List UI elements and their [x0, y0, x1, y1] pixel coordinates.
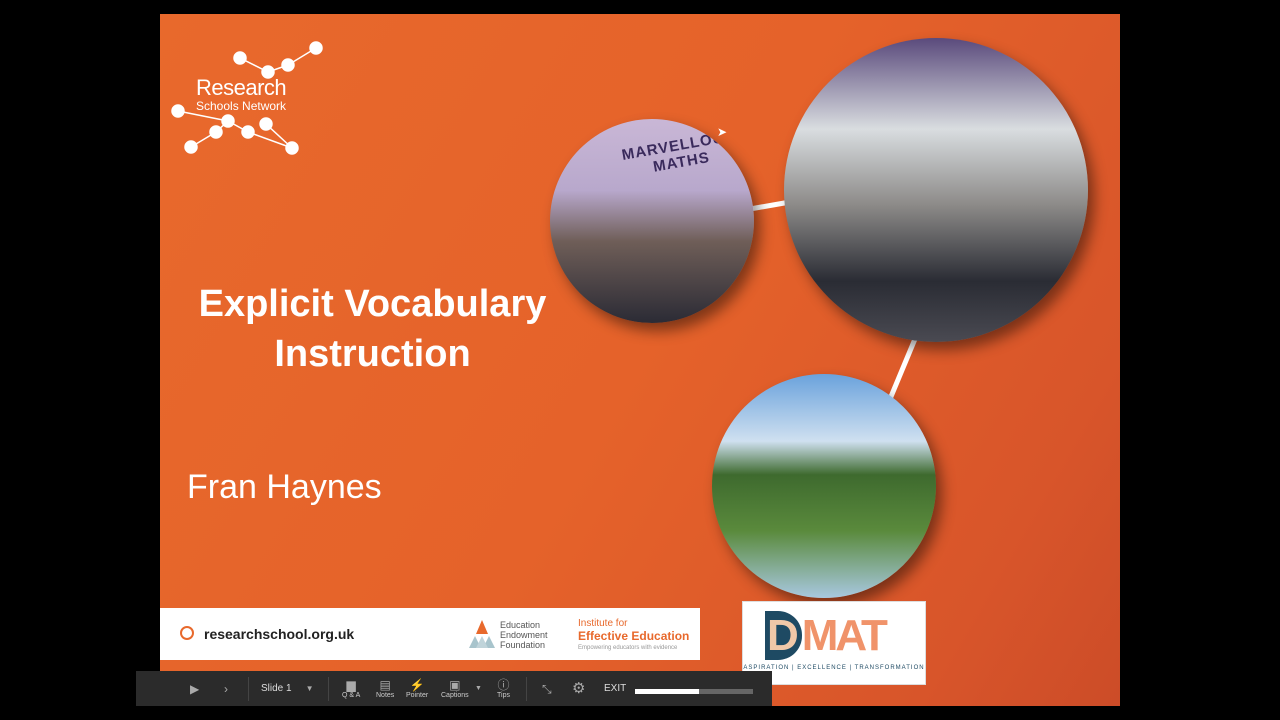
exit-label: EXIT — [604, 683, 627, 694]
iee-tagline: Empowering educators with evidence — [578, 645, 678, 651]
photo-classroom — [784, 38, 1088, 342]
captions-label: Captions — [441, 692, 469, 699]
slide-select-label: Slide 1 — [261, 683, 292, 694]
slide-progress-bar[interactable] — [635, 689, 753, 694]
tips-button[interactable]: ⓘ Tips — [497, 671, 510, 706]
divider — [526, 677, 527, 701]
footer-banner: researchschool.org.uk Education Endowmen… — [160, 608, 700, 660]
eef-line: Education — [500, 620, 541, 630]
slide-select[interactable]: Slide 1 ▼ — [261, 671, 314, 706]
eef-line: Endowment — [500, 630, 548, 640]
pointer-button[interactable]: ⚡ Pointer — [406, 671, 428, 706]
globe-icon — [180, 626, 194, 640]
next-slide-button[interactable]: › — [224, 671, 228, 706]
exit-fullscreen-button[interactable]: ⤡ — [542, 671, 552, 706]
iee-line-2: Effective Education — [578, 629, 690, 643]
cc-icon: ▣ — [449, 678, 461, 692]
tips-label: Tips — [497, 692, 510, 699]
eef-line: Foundation — [500, 640, 546, 650]
presenter-toolbar: ▶ › Slide 1 ▼ ▆ Q & A ▤ Notes ⚡ Pointer ▣ Cap… — [136, 671, 772, 706]
notes-label: Notes — [376, 692, 395, 699]
pointer-label: Pointer — [406, 692, 429, 699]
caret-down-icon: ▼ — [305, 684, 314, 693]
iee-logo: Institute for Effective Education Empowe… — [578, 618, 689, 654]
progress-fill — [635, 689, 699, 694]
eef-logo-icon — [469, 620, 495, 648]
exit-button[interactable]: EXIT — [604, 671, 626, 706]
website-url: researchschool.org.uk — [204, 626, 355, 642]
photo-students-maths: MARVELLOUS MATHS — [550, 119, 754, 323]
gear-icon: ⚙ — [572, 679, 586, 697]
captions-button[interactable]: ▣ Captions — [441, 671, 469, 706]
presentation-slide: Research Schools Network Explicit Vocabu… — [160, 14, 1120, 706]
pointer-icon: ⚡ — [409, 678, 425, 692]
play-button[interactable]: ▶ — [190, 671, 199, 706]
chevron-right-icon: › — [224, 681, 228, 696]
notes-icon: ▤ — [379, 678, 391, 692]
photo-outdoor-class — [712, 374, 936, 598]
eef-logo-text: Education Endowment Foundation — [500, 620, 548, 650]
compress-icon: ⤡ — [542, 681, 552, 696]
qa-button[interactable]: ▆ Q & A — [342, 671, 360, 706]
mouse-cursor-icon: ➤ — [717, 125, 728, 139]
settings-button[interactable]: ⚙ — [572, 671, 585, 706]
divider — [248, 677, 249, 701]
play-icon: ▶ — [190, 681, 200, 696]
chat-icon: ▆ — [346, 678, 356, 692]
divider — [328, 677, 329, 701]
info-icon: ⓘ — [497, 678, 510, 692]
notes-button[interactable]: ▤ Notes — [376, 671, 394, 706]
captions-menu-button[interactable]: ▼ — [475, 671, 482, 706]
caret-down-icon: ▼ — [475, 685, 482, 692]
dmat-wordmark: DMAT — [767, 611, 888, 660]
photo-sign-text: MARVELLOUS MATHS — [620, 127, 737, 176]
qa-label: Q & A — [342, 692, 361, 699]
